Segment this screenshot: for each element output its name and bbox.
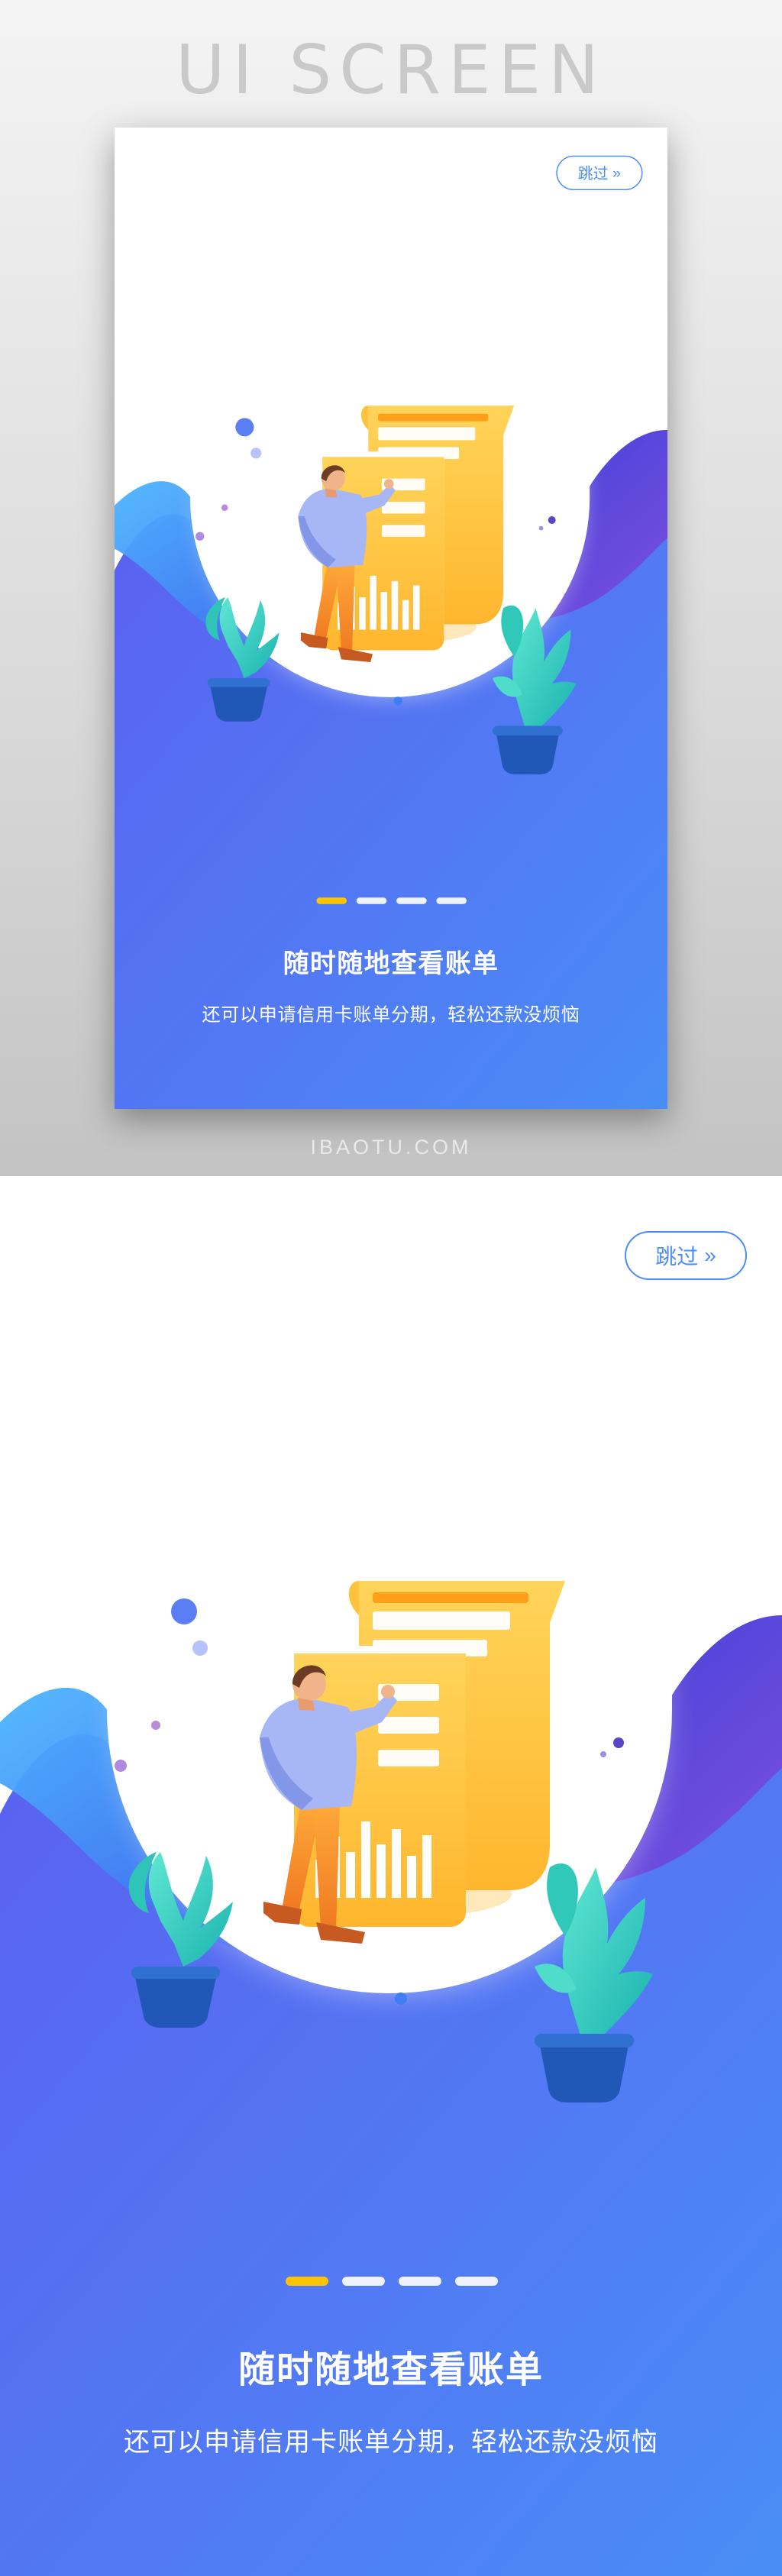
headline: 随时随地查看账单 — [283, 949, 499, 978]
page-dot-4[interactable] — [436, 897, 467, 904]
watermark: IBAOTU.COM — [310, 1136, 472, 1159]
double-chevron-right-icon: » — [612, 164, 622, 181]
skip-label: 跳过 — [577, 165, 609, 183]
page-dot-4[interactable] — [455, 2277, 498, 2286]
page-dot-2[interactable] — [356, 897, 387, 904]
preview-section: UI SCREEN 跳过 » 随时随地查看账单 还可以申请信用卡账单分期，轻松还… — [0, 0, 782, 1176]
phone-mockup: 跳过 » 随时随地查看账单 还可以申请信用卡账单分期，轻松还款没烦恼 — [115, 128, 667, 1109]
page-dot-3[interactable] — [396, 897, 427, 904]
page-dot-1[interactable] — [286, 2277, 328, 2286]
preview-title: UI SCREEN — [176, 31, 606, 109]
subline: 还可以申请信用卡账单分期，轻松还款没烦恼 — [202, 1004, 580, 1026]
page-indicator — [286, 2277, 498, 2286]
skip-label: 跳过 — [655, 1245, 699, 1269]
onboarding-screen-preview: 跳过 » 随时随地查看账单 还可以申请信用卡账单分期，轻松还款没烦恼 — [115, 128, 667, 1109]
subline: 还可以申请信用卡账单分期，轻松还款没烦恼 — [124, 2428, 658, 2457]
page-dot-3[interactable] — [399, 2277, 441, 2286]
double-chevron-right-icon: » — [704, 1243, 716, 1267]
page-indicator — [316, 897, 467, 904]
page-dot-2[interactable] — [342, 2277, 385, 2286]
page-dot-1[interactable] — [316, 897, 347, 904]
skip-button[interactable]: 跳过 » — [556, 155, 643, 191]
headline: 随时随地查看账单 — [238, 2350, 544, 2390]
skip-button[interactable]: 跳过 » — [625, 1231, 747, 1280]
onboarding-screen: 跳过 » 随时随地查看账单 还可以申请信用卡账单分期，轻松还款没烦恼 — [0, 1188, 782, 2576]
